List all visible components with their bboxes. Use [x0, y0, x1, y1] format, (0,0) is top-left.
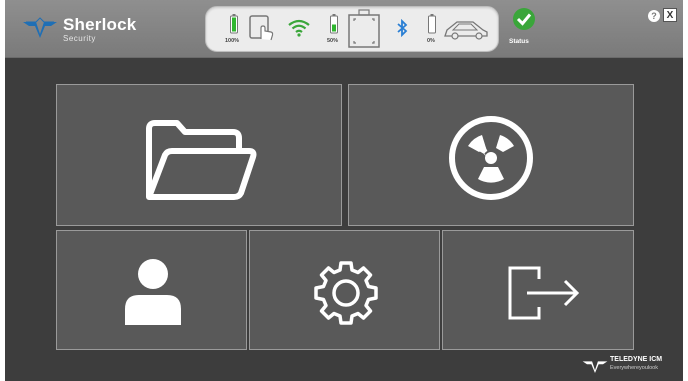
open-files-tile[interactable]: [56, 84, 342, 226]
tablet-battery-label: 100%: [225, 38, 240, 44]
scanner-device-icon: [348, 9, 380, 48]
brand-tagline: Everywhereyoulook: [610, 365, 658, 371]
app-title: Sherlock: [63, 15, 137, 34]
status-label: Status: [509, 38, 529, 45]
logout-icon: [508, 266, 580, 320]
teledyne-brand: TELEDYNE ICM Everywhereyoulook: [582, 355, 682, 375]
bluetooth-icon: [397, 19, 408, 37]
battery-half-icon: [330, 14, 338, 34]
folder-icon: [146, 120, 257, 200]
user-tile[interactable]: [56, 230, 247, 350]
scan-tile[interactable]: [348, 84, 634, 226]
wifi-icon: [288, 19, 310, 37]
app-subtitle: Security: [63, 34, 96, 43]
status-ok-icon[interactable]: [513, 8, 535, 30]
wifi-battery-label: 50%: [327, 38, 339, 44]
battery-full-icon: [230, 14, 238, 34]
device-status-panel: 100% 50% 0%: [205, 6, 499, 52]
brand-name: TELEDYNE ICM: [610, 356, 663, 363]
settings-tile[interactable]: [249, 230, 440, 350]
vehicle-icon: [444, 21, 488, 40]
teledyne-footer-logo-icon: [582, 361, 608, 373]
gear-icon: [314, 261, 378, 325]
sherlock-logo: Sherlock Security: [23, 12, 173, 44]
tablet-touch-icon: [249, 15, 274, 41]
bluetooth-battery-label: 0%: [427, 38, 435, 44]
header-bar: Sherlock Security 100% 50% 0% Status ? X: [5, 0, 683, 58]
app-window: Sherlock Security 100% 50% 0% Status ? X…: [5, 0, 683, 381]
help-button[interactable]: ?: [648, 10, 660, 22]
radiation-icon: [449, 116, 533, 200]
close-button[interactable]: X: [663, 8, 677, 22]
teledyne-logo-icon: [23, 17, 57, 38]
battery-empty-icon: [428, 14, 436, 34]
exit-tile[interactable]: [442, 230, 634, 350]
user-icon: [125, 259, 181, 325]
